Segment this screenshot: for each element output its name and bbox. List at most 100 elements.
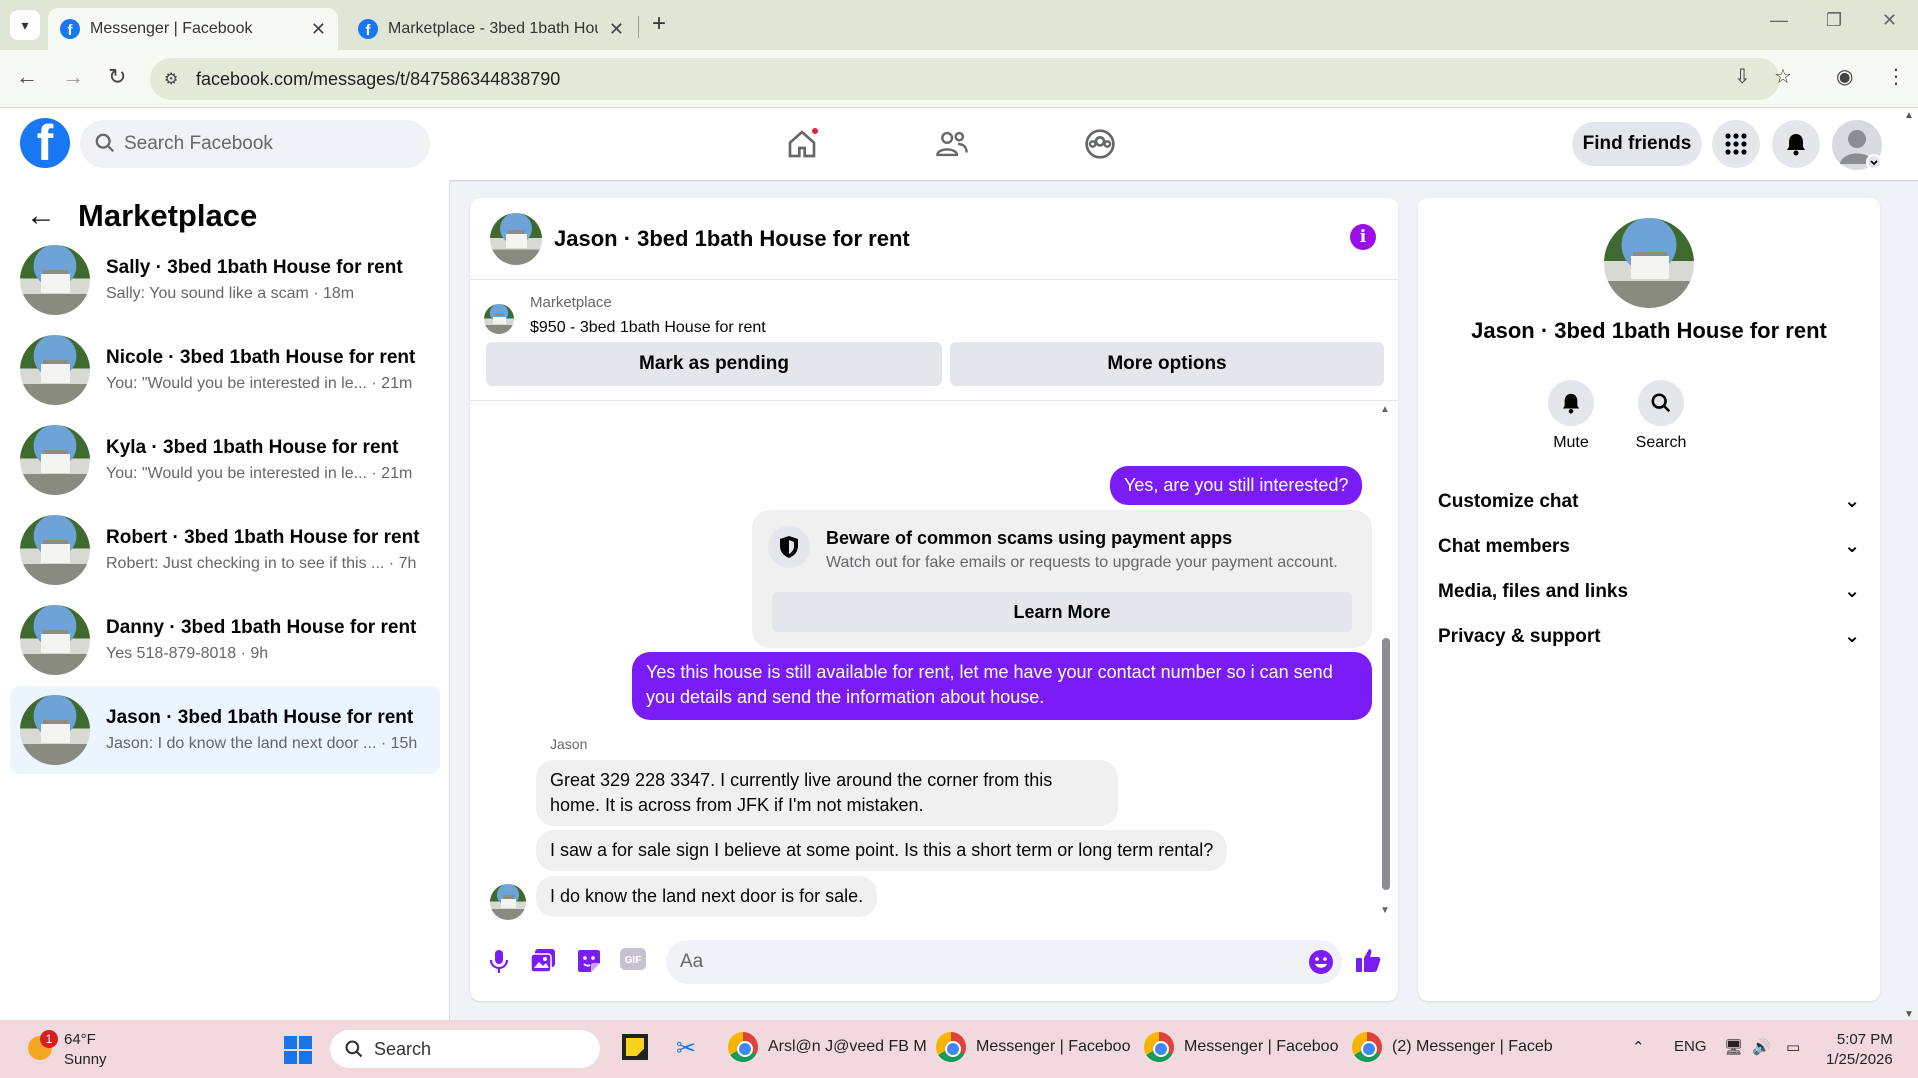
facebook-logo[interactable]: f [20,118,70,168]
friends-icon[interactable] [930,122,974,166]
windows-start-icon[interactable] [284,1036,312,1069]
tab-marketplace[interactable]: f Marketplace - 3bed 1bath Hous ✕ [346,8,636,50]
gif-icon[interactable]: GIF [620,948,646,975]
chat-avatar[interactable] [490,212,542,265]
tab-search-dropdown-icon[interactable]: ▾ [10,10,40,40]
media-files-links-section[interactable]: Media, files and links ⌄ [1438,580,1860,603]
browser-menu-icon[interactable]: ⋮ [1886,64,1906,89]
chat-members-section[interactable]: Chat members ⌄ [1438,535,1860,558]
battery-icon[interactable]: ▭ [1786,1038,1800,1056]
microphone-icon[interactable] [488,948,510,979]
profile-icon[interactable]: ◉ [1836,64,1853,89]
close-tab-icon[interactable]: ✕ [311,19,326,40]
privacy-support-section[interactable]: Privacy & support ⌄ [1438,625,1860,648]
forward-icon[interactable]: → [62,64,84,90]
listing-avatar [20,695,90,765]
marketplace-sidebar: ← Marketplace Sally · 3bed 1bath House f… [0,180,450,1020]
notification-badge: 1 [40,1030,58,1048]
tab-messenger[interactable]: f Messenger | Facebook ✕ [48,8,338,50]
mute-label: Mute [1553,434,1589,451]
conversation-item[interactable]: Robert · 3bed 1bath House for rent Robert… [10,506,440,594]
message-input-placeholder: Aa [680,951,704,972]
page-scrollbar[interactable]: ▲ ▼ [1900,110,1918,1020]
taskbar-app-label: Arsl@n J@veed FB M [768,1038,927,1055]
taskbar-app-chrome[interactable]: (2) Messenger | Faceb [1352,1032,1553,1062]
system-clock[interactable]: 5:07 PM 1/25/2026 [1826,1030,1893,1070]
sender-name: Jason [550,736,588,752]
notification-dot [810,126,820,136]
site-settings-icon[interactable]: ⚙ [164,69,178,89]
conversation-name: Robert · 3bed 1bath House for rent [106,527,420,548]
snipping-tool-icon[interactable]: ✂ [676,1034,696,1063]
info-icon[interactable]: i [1350,224,1376,250]
groups-icon[interactable] [1078,122,1122,166]
language-indicator[interactable]: ENG [1674,1038,1707,1055]
message-input[interactable]: Aa [666,940,1342,984]
notifications-bell-icon[interactable] [1772,120,1820,168]
tab-separator [638,16,639,38]
sticker-icon[interactable] [576,948,602,979]
conversation-name: Danny · 3bed 1bath House for rent [106,617,417,638]
mark-pending-button[interactable]: Mark as pending [486,342,942,386]
account-avatar[interactable] [1832,120,1882,170]
conversation-item[interactable]: Nicole · 3bed 1bath House for rent You: "… [10,326,440,414]
conversation-item[interactable]: Danny · 3bed 1bath House for rent Yes 518… [10,596,440,684]
listing-avatar [20,605,90,675]
scroll-down-icon[interactable]: ▼ [1380,905,1390,916]
conversation-item[interactable]: Kyla · 3bed 1bath House for rent You: "Wo… [10,416,440,504]
conversation-preview: Robert: Just checking in to see if this … [106,555,417,572]
bookmark-star-icon[interactable]: ☆ [1774,64,1792,89]
chrome-icon [1144,1032,1174,1062]
close-window-icon[interactable]: ✕ [1882,10,1897,31]
volume-icon[interactable]: 🔊 [1752,1038,1771,1056]
listing-info[interactable]: Marketplace $950 - 3bed 1bath House for … [484,294,766,337]
close-tab-icon[interactable]: ✕ [609,19,624,40]
tab-title: Messenger | Facebook [90,20,253,37]
home-icon[interactable] [780,122,824,166]
listing-avatar [20,515,90,585]
taskbar-search[interactable]: Search [330,1030,600,1068]
reload-icon[interactable]: ↻ [108,64,126,90]
network-icon[interactable]: 🖥 [1724,1038,1743,1056]
scroll-down-icon[interactable]: ▼ [1904,1009,1914,1020]
back-arrow-icon[interactable]: ← [26,199,56,233]
minimize-icon[interactable]: — [1770,10,1788,31]
scroll-thumb[interactable] [1382,638,1390,890]
scroll-up-icon[interactable]: ▲ [1380,404,1390,415]
url-field[interactable]: ⚙ facebook.com/messages/t/84758634483879… [150,58,1780,100]
find-friends-button[interactable]: Find friends [1572,122,1702,166]
more-options-button[interactable]: More options [950,342,1384,386]
listing-avatar [20,425,90,495]
conversation-item-active[interactable]: Jason · 3bed 1bath House for rent Jason: … [10,686,440,774]
conversation-preview: You: "Would you be interested in le... ·… [106,465,413,482]
conversation-item[interactable]: Sally · 3bed 1bath House for rent Sally: … [10,236,440,324]
learn-more-button[interactable]: Learn More [772,592,1352,632]
taskbar-app-chrome[interactable]: Messenger | Faceboo [936,1032,1130,1062]
taskbar-app-label: Messenger | Faceboo [976,1038,1131,1055]
listing-avatar [20,245,90,315]
thumbs-up-icon[interactable] [1354,946,1382,979]
back-icon[interactable]: ← [16,64,38,90]
outgoing-message: Yes this house is still available for re… [632,652,1372,720]
taskbar-app-chrome[interactable]: Messenger | Faceboo [1144,1032,1338,1062]
emoji-icon[interactable] [1308,949,1334,980]
listing-label: Marketplace [530,294,612,311]
chrome-icon [936,1032,966,1062]
weather-desc: Sunny [64,1051,107,1068]
taskbar-app-chrome[interactable]: Arsl@n J@veed FB M [728,1032,927,1062]
scroll-up-icon[interactable]: ▲ [1904,110,1914,121]
menu-grid-icon[interactable] [1712,120,1760,168]
chevron-up-icon[interactable]: ⌃ [1632,1038,1645,1056]
sticky-notes-icon[interactable] [622,1034,648,1060]
photo-icon[interactable] [530,948,556,979]
chat-title[interactable]: Jason · 3bed 1bath House for rent [554,226,910,252]
install-app-icon[interactable]: ⇩ [1734,64,1751,89]
section-label: Media, files and links [1438,580,1629,602]
message-composer: GIF Aa [470,934,1398,994]
mute-button[interactable]: Mute [1526,380,1616,452]
new-tab-icon[interactable]: + [652,10,666,38]
search-in-chat-button[interactable]: Search [1616,380,1706,452]
restore-icon[interactable]: ❐ [1826,10,1842,31]
customize-chat-section[interactable]: Customize chat ⌄ [1438,490,1860,513]
facebook-search-input[interactable]: Search Facebook [80,120,430,168]
